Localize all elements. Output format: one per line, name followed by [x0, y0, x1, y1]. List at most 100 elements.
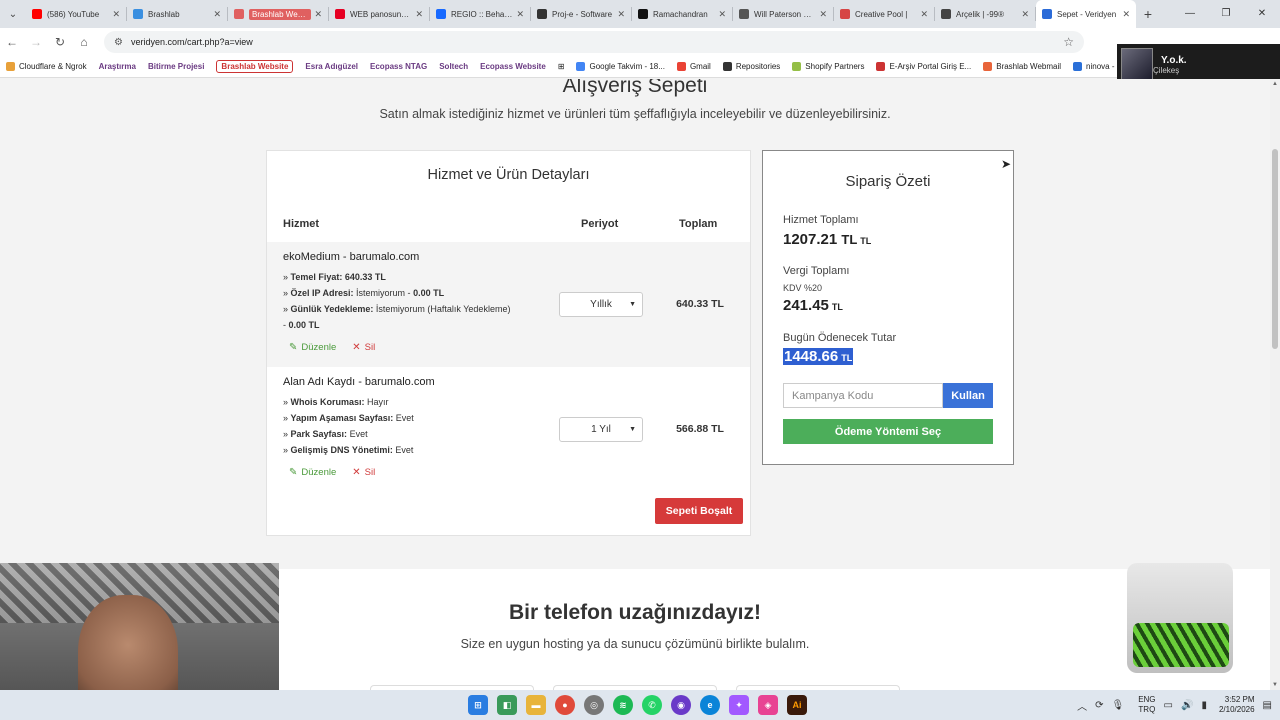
battery-icon[interactable]: ▮ [1201, 700, 1207, 711]
delete-label: Sil [364, 467, 376, 478]
widgets-icon[interactable]: ◧ [497, 695, 517, 715]
tab-search-icon[interactable]: ⌄ [0, 0, 26, 28]
bullet: » [283, 272, 291, 282]
browser-tab[interactable]: Arçelik | -99® ✕ [935, 0, 1035, 28]
browser-tab[interactable]: Proj-e - Software ✕ [531, 0, 631, 28]
bookmark-item[interactable]: Soltech [439, 62, 468, 71]
profile-subtitle: Çilekeş [1153, 66, 1180, 75]
tab-close-icon[interactable]: ✕ [718, 9, 726, 20]
bookmark-item[interactable]: Google Takvim - 18... [576, 62, 665, 71]
tax-rate-label: KDV %20 [783, 283, 823, 293]
bookmark-item[interactable]: Esra Adıgüzel [305, 62, 358, 71]
bullet: » [283, 397, 291, 407]
microphone-icon[interactable]: 🎙 [1111, 700, 1124, 711]
empty-cart-button[interactable]: Sepeti Boşalt [655, 498, 743, 524]
scroll-up-icon[interactable]: ▲ [1270, 81, 1280, 87]
bookmark-item[interactable]: Repositories [722, 62, 780, 71]
browser-tab[interactable]: WEB panosundaki ✕ [329, 0, 429, 28]
tab-close-icon[interactable]: ✕ [314, 9, 322, 20]
period-select[interactable]: Yıllık ▼ [559, 292, 643, 317]
close-window-icon[interactable]: ✕ [1244, 0, 1280, 28]
bookmark-item[interactable]: Gmail [676, 62, 711, 71]
sync-icon[interactable]: ⟳ [1095, 700, 1103, 711]
site-info-icon[interactable]: ⚙ [114, 37, 123, 48]
volume-icon[interactable]: 🔊 [1181, 700, 1193, 711]
browser-tab[interactable]: Sepet - Veridyen ✕ [1036, 0, 1136, 28]
item-detail-line: » Günlük Yedekleme: İstemiyorum (Haftalı… [283, 301, 513, 333]
tab-close-icon[interactable]: ✕ [617, 9, 625, 20]
tab-close-icon[interactable]: ✕ [213, 9, 221, 20]
display-icon[interactable]: ▭ [1164, 700, 1173, 711]
apps-grid-icon[interactable]: ⊞ [558, 62, 565, 71]
maximize-icon[interactable]: ❐ [1208, 0, 1244, 28]
tab-close-icon[interactable]: ✕ [819, 9, 827, 20]
tab-close-icon[interactable]: ✕ [112, 9, 120, 20]
period-select[interactable]: 1 Yıl ▼ [559, 417, 643, 442]
tab-close-icon[interactable]: ✕ [415, 9, 423, 20]
url-input[interactable]: ⚙ veridyen.com/cart.php?a=view ☆ [104, 31, 1084, 53]
browser-tab[interactable]: Ramachandran ✕ [632, 0, 732, 28]
bookmark-item[interactable]: Ecopass NTAG [370, 62, 427, 71]
home-icon[interactable]: ⌂ [72, 35, 96, 49]
apply-promo-button[interactable]: Kullan [943, 383, 993, 408]
forward-icon[interactable]: → [24, 35, 48, 49]
bookmark-star-icon[interactable]: ☆ [1063, 35, 1074, 49]
edit-link[interactable]: ✎ Düzenle [289, 467, 336, 478]
detail-label: Özel IP Adresi: [290, 288, 354, 298]
period-selected-value: Yıllık [590, 299, 612, 310]
bookmark-item[interactable]: E-Arşiv Portal Giriş E... [876, 62, 971, 71]
delete-link[interactable]: ✕ Sil [352, 467, 375, 478]
bookmark-item[interactable]: Shopify Partners [792, 62, 864, 71]
start-icon[interactable]: ⊞ [468, 695, 488, 715]
tab-close-icon[interactable]: ✕ [920, 9, 928, 20]
edge-icon[interactable]: e [700, 695, 720, 715]
bookmark-label: Bitirme Projesi [147, 62, 205, 71]
service-total-currency-tl: TL [841, 232, 858, 247]
app-icon[interactable]: ◈ [758, 695, 778, 715]
tab-close-icon[interactable]: ✕ [1021, 9, 1029, 20]
bookmark-label: Brashlab Webmail [996, 62, 1062, 71]
language-indicator[interactable]: ENG TRQ [1138, 695, 1155, 715]
github-icon[interactable]: ◉ [671, 695, 691, 715]
figma-icon[interactable]: ✦ [729, 695, 749, 715]
whatsapp-icon[interactable]: ✆ [642, 695, 662, 715]
chrome-icon[interactable]: ● [555, 695, 575, 715]
tab-favicon-icon [32, 9, 42, 19]
bookmark-item[interactable]: Bitirme Projesi [148, 62, 204, 71]
browser-tab[interactable]: Will Paterson Desi ✕ [733, 0, 833, 28]
bookmark-item[interactable]: Cloudflare & Ngrok [6, 62, 87, 71]
bookmark-item[interactable]: Ecopass Website [480, 62, 546, 71]
edit-link[interactable]: ✎ Düzenle [289, 342, 336, 353]
tab-close-icon[interactable]: ✕ [1122, 9, 1130, 20]
notification-icon[interactable]: ▤ [1263, 700, 1272, 711]
bookmark-item[interactable]: Brashlab Website [216, 60, 294, 73]
browser-tab[interactable]: Brashlab Website ✕ [228, 0, 328, 28]
minimize-icon[interactable]: — [1172, 0, 1208, 28]
file-explorer-icon[interactable]: ▬ [526, 695, 546, 715]
spotify-icon[interactable]: ≋ [613, 695, 633, 715]
scroll-down-icon[interactable]: ▼ [1270, 682, 1280, 688]
browser-tab[interactable]: Creative Pool | ✕ [834, 0, 934, 28]
tab-close-icon[interactable]: ✕ [516, 9, 524, 20]
delete-link[interactable]: ✕ Sil [352, 342, 375, 353]
scroll-thumb[interactable] [1272, 149, 1278, 349]
due-today-value: 1448.66 TL [783, 348, 854, 365]
item-name: ekoMedium - barumalo.com [283, 251, 420, 263]
new-tab-button[interactable]: + [1136, 6, 1160, 22]
url-text: veridyen.com/cart.php?a=view [130, 37, 253, 47]
chevron-up-icon[interactable]: ︿ [1077, 698, 1087, 713]
browser-icon[interactable]: ◎ [584, 695, 604, 715]
choose-payment-button[interactable]: Ödeme Yöntemi Seç [783, 419, 993, 444]
browser-tab[interactable]: (586) YouTube ✕ [26, 0, 126, 28]
clock[interactable]: 3:52 PM 2/10/2026 [1219, 695, 1255, 715]
page-scrollbar[interactable]: ▲ ▼ [1270, 79, 1280, 690]
browser-tab[interactable]: REGIO :: Behance ✕ [430, 0, 530, 28]
bookmark-item[interactable]: Araştırma [99, 62, 136, 71]
illustrator-icon[interactable]: Ai [787, 695, 807, 715]
promo-code-input[interactable]: Kampanya Kodu [783, 383, 943, 408]
browser-tab[interactable]: Brashlab ✕ [127, 0, 227, 28]
back-icon[interactable]: ← [0, 35, 24, 49]
reload-icon[interactable]: ↻ [48, 35, 72, 49]
bookmark-item[interactable]: Brashlab Webmail [983, 62, 1061, 71]
profile-avatar [1121, 48, 1153, 82]
